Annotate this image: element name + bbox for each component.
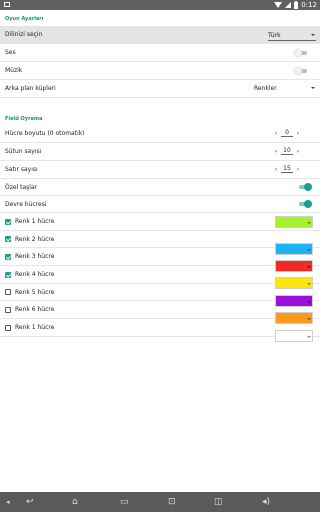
color-label: Renk 2 hücre	[15, 235, 55, 243]
home-icon[interactable]: ⌂	[72, 496, 78, 508]
chevron-down-icon	[311, 87, 315, 89]
color-checkbox[interactable]	[5, 271, 11, 278]
battery-icon	[294, 0, 299, 9]
language-spinner[interactable]: Türk	[268, 30, 316, 41]
chevron-down-icon	[311, 34, 315, 36]
rows-label: Satır sayısı	[5, 166, 38, 173]
status-bar: 0:12	[0, 0, 320, 10]
wifi-icon	[274, 2, 283, 8]
decrement-icon[interactable]: ‹	[271, 130, 281, 137]
camera-icon[interactable]: ◫	[214, 496, 223, 508]
rows-value[interactable]: 15	[281, 165, 293, 173]
signal-icon	[285, 2, 292, 8]
special-stones-label: Özel taşlar	[5, 183, 38, 191]
cycle-cell-row[interactable]: Devre hücresi	[0, 196, 320, 213]
color-checkbox[interactable]	[5, 289, 11, 295]
color-label: Renk 5 hücre	[15, 288, 55, 296]
toggle-thumb	[304, 200, 312, 208]
color-row[interactable]: Renk 3 hücre	[0, 248, 320, 266]
columns-value[interactable]: 10	[281, 147, 293, 155]
columns-stepper[interactable]: ‹ 10 ›	[271, 147, 303, 155]
color-label: Renk 1 hücre	[15, 218, 55, 225]
color-checkbox[interactable]	[5, 218, 11, 225]
color-swatch[interactable]	[275, 330, 313, 342]
cycle-cell-label: Devre hücresi	[5, 200, 47, 208]
notification-icon	[4, 2, 10, 7]
color-row[interactable]: Renk 1 hücre	[0, 213, 320, 231]
sound-row[interactable]: Ses	[0, 44, 320, 62]
toggle-thumb	[304, 183, 312, 191]
background-spinner[interactable]: Renkler	[254, 83, 316, 93]
color-row[interactable]: Renk 1 hücre	[0, 319, 320, 337]
cell-size-label: Hücre boyutu (0 otomatik)	[5, 130, 85, 137]
toggle-thumb	[294, 49, 302, 57]
increment-icon[interactable]: ›	[293, 148, 303, 155]
settings-content: Oyun Ayarları Dilinizi seçin Türk Ses Mü…	[0, 10, 320, 492]
cell-size-value[interactable]: 0	[281, 129, 293, 137]
screenshot-icon[interactable]: ⊡	[168, 496, 176, 508]
increment-icon[interactable]: ›	[293, 130, 303, 137]
sound-toggle[interactable]	[294, 49, 308, 57]
color-row[interactable]: Renk 2 hücre	[0, 231, 320, 248]
section-header-field: Field Oyrama	[5, 116, 43, 122]
color-checkbox[interactable]	[5, 324, 11, 331]
color-checkbox[interactable]	[5, 236, 11, 242]
music-label: Müzik	[5, 67, 23, 74]
music-row[interactable]: Müzik	[0, 62, 320, 80]
volume-up-icon[interactable]: ◂)	[262, 496, 270, 508]
background-value: Renkler	[254, 84, 277, 92]
color-label: Renk 6 hücre	[15, 306, 55, 313]
color-label: Renk 3 hücre	[15, 253, 55, 260]
special-stones-row[interactable]: Özel taşlar	[0, 179, 320, 196]
color-checkbox[interactable]	[5, 253, 11, 260]
volume-down-icon[interactable]: ◂	[6, 496, 10, 508]
special-stones-toggle[interactable]	[298, 183, 312, 191]
color-checkbox[interactable]	[5, 306, 11, 313]
recent-apps-icon[interactable]: ▭	[120, 496, 129, 508]
sound-label: Ses	[5, 49, 16, 56]
color-row[interactable]: Renk 5 hücre	[0, 284, 320, 301]
back-arrow-icon[interactable]: ↩	[26, 496, 34, 508]
navigation-bar: ◂ ↩ ⌂ ▭ ⊡ ◫ ◂)	[0, 492, 320, 512]
color-swatch[interactable]	[275, 216, 313, 228]
chevron-down-icon	[307, 336, 311, 338]
color-label: Renk 4 hücre	[15, 271, 55, 278]
decrement-icon[interactable]: ‹	[271, 148, 281, 155]
section-header-game-settings: Oyun Ayarları	[5, 16, 44, 22]
music-toggle[interactable]	[294, 67, 308, 75]
decrement-icon[interactable]: ‹	[271, 166, 281, 173]
cycle-cell-toggle[interactable]	[298, 200, 312, 208]
color-row[interactable]: Renk 4 hücre	[0, 266, 320, 284]
columns-label: Sütun sayısı	[5, 148, 42, 155]
rows-stepper[interactable]: ‹ 15 ›	[271, 165, 303, 173]
increment-icon[interactable]: ›	[293, 166, 303, 173]
chevron-down-icon	[307, 222, 311, 224]
toggle-thumb	[294, 67, 302, 75]
language-value: Türk	[268, 31, 281, 39]
status-right: 0:12	[274, 0, 317, 10]
color-row[interactable]: Renk 6 hücre	[0, 301, 320, 319]
color-label: Renk 1 hücre	[15, 324, 55, 331]
clock: 0:12	[301, 1, 317, 9]
cell-size-stepper[interactable]: ‹ 0 ›	[271, 129, 303, 137]
